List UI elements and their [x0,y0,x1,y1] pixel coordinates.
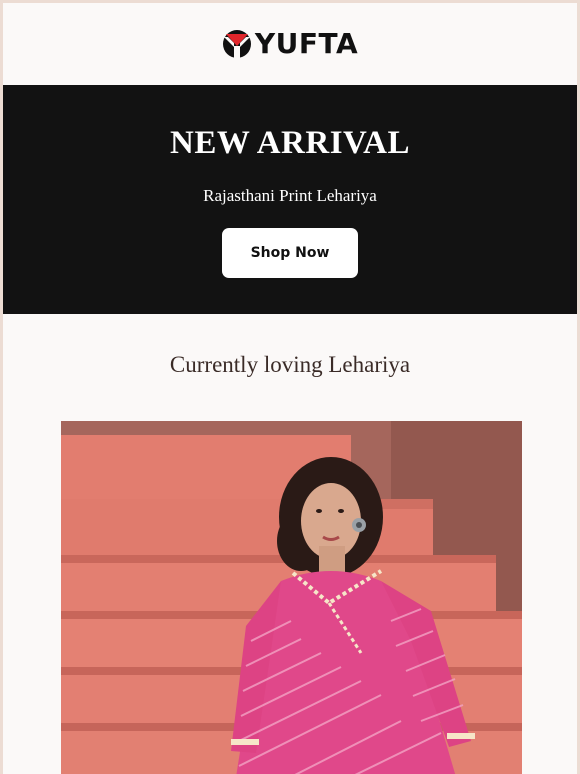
brand-name: YUFTA [254,27,359,60]
section-title: Currently loving Lehariya [169,352,411,377]
hero-title: NEW ARRIVAL [170,125,410,161]
header: YUFTA [3,3,577,85]
hero-banner: NEW ARRIVAL Rajasthani Print Lehariya Sh… [3,85,577,314]
product-photo[interactable] [61,421,522,774]
hero-subtitle: Rajasthani Print Lehariya [203,186,377,205]
brand-logo[interactable]: YUFTA [222,29,358,59]
model-photo-illustration [61,421,522,774]
shop-now-button[interactable]: Shop Now [222,228,358,278]
email-frame: YUFTA NEW ARRIVAL Rajasthani Print Lehar… [3,3,577,774]
yufta-logo-icon [222,30,251,58]
